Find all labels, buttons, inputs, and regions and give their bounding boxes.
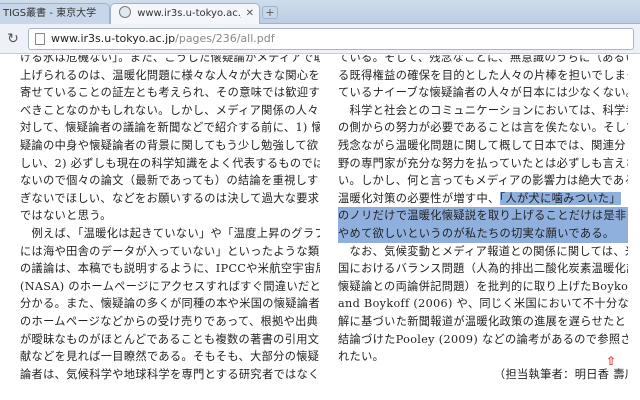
- text-line: のホームページなどからの受け売りであって、根拠や出典: [20, 314, 319, 328]
- text-line: 温暖化対策の必要性が増す中、「人が犬に噛みついた」: [338, 191, 621, 205]
- left-column: ける氷は危機ない」。また、こうした懐疑論がメディアで取り 上げられるのは、温暖化…: [20, 55, 320, 383]
- text-line: る既得権益の確保を目的とした人々の片棒を担いでしまっ: [338, 68, 628, 82]
- selected-text-line[interactable]: やめて欲しいというのが私たちの切実な願いである。: [338, 224, 628, 243]
- text-line: べきことなのかもしれない。しかし、メディア関係の人々に: [20, 103, 320, 117]
- url-host: www.ir3s.u-tokyo.ac.jp: [51, 32, 176, 45]
- text-line: の側からの努力が必要であることは言を俟たない。そして、: [338, 121, 628, 135]
- text-line: 残念ながら温暖化問題に関して概して日本では、関連分: [338, 138, 626, 152]
- text-line: ける氷は危機ない」。また、こうした懐疑論がメディアで取り: [20, 55, 320, 64]
- up-arrow-icon[interactable]: ⇧: [606, 354, 616, 368]
- text-line: 結論づけたPooley (2009) などの論考があるので参照さ: [338, 332, 628, 346]
- tab-pdf-label: www.ir3s.u-tokyo.ac.jp/pages: [137, 8, 242, 19]
- text-line: 科学と社会とのコミュニケーションにおいては、科学者: [338, 103, 628, 117]
- text-line: い。しかし、何と言ってもメディアの影響力は絶大である。: [338, 174, 628, 188]
- text-line: 寄せていることの証左とも考えられ、その意味では歓迎す: [20, 86, 320, 100]
- new-tab-button[interactable]: +: [262, 6, 278, 19]
- pdf-viewer[interactable]: ける氷は危機ない」。また、こうした懐疑論がメディアで取り 上げられるのは、温暖化…: [0, 55, 640, 400]
- text-line: 分かる。また、懐疑論の多くが同種の本や米国の懐疑論者: [20, 297, 320, 311]
- text-line: 解に基づいた新聞報道が温暖化政策の進展を遅らせたと: [338, 314, 627, 328]
- tab-pdf[interactable]: www.ir3s.u-tokyo.ac.jp/pages ✕: [110, 3, 260, 24]
- text-line: 献などを見れば一目瞭然である。そもそも、大部分の懐疑: [20, 350, 320, 364]
- selected-text-line[interactable]: のノリだけで温暖化懐疑説を取り上げることだけは是非とも: [338, 207, 628, 225]
- text-line: れたい。: [338, 350, 385, 364]
- text-line: 例えば、「温暖化は起きていない」や「温度上昇のグラフ: [20, 226, 320, 240]
- text-line: 懐疑論との両論併記問題）を批判的に取り上げたBoykoff: [338, 279, 628, 293]
- text-line: and Boykoff (2006) や、同じく米国において不十分な理: [338, 297, 628, 311]
- text-line: しい、2) 必ずしも現在の科学知識をよく代表するものでは: [20, 156, 320, 170]
- text-line: が曖昧なものがほとんどであることも複数の著書の引用文: [20, 332, 320, 346]
- text-line: 国におけるバランス問題（人為的排出二酸化炭素温暖化説: [338, 262, 628, 276]
- address-bar[interactable]: www.ir3s.u-tokyo.ac.jp/pages/236/all.pdf: [28, 28, 634, 50]
- text-line: ている。そして、残念なことに、無意識のうちに（あるいは: [338, 55, 628, 64]
- url-path: /pages/236/all.pdf: [175, 32, 275, 45]
- text-line: ているナイーブな懐疑論者の人々が日本には少なくない。: [338, 86, 628, 100]
- text-line: 対して、懐疑論者の議論を新聞などで紹介する前に、1) 懐: [20, 121, 320, 135]
- reload-icon[interactable]: ↻: [5, 31, 21, 47]
- text-line: なお、気候変動とメディア報道との関係に関しては、米: [338, 244, 628, 258]
- text-line: ないので個々の論文（最新であっても）の結論を重視しす: [20, 174, 319, 188]
- globe-icon: [119, 6, 131, 18]
- text-line: には海や田舎のデータが入っていない」といったような類: [20, 244, 320, 258]
- tab-tigs[interactable]: TIGS叢書 - 東京大学: [0, 3, 110, 24]
- text-line: 野の専門家が充分な努力を払っていたとは必ずしも言えな: [338, 156, 628, 170]
- author-credit: （担当執筆者：明日香 壽川）: [338, 367, 628, 381]
- text-line: の議論は、本稿でも説明するように、IPCCや米航空宇宙局: [20, 262, 320, 276]
- text-line: ではないと思う。: [20, 209, 112, 223]
- close-icon[interactable]: ✕: [246, 4, 254, 24]
- right-column: ている。そして、残念なことに、無意識のうちに（あるいは る既得権益の確保を目的と…: [338, 55, 628, 383]
- text-line: (NASA) のホームページにアクセスすればすぐ間違いだと: [20, 279, 320, 293]
- text-line: ぎないでほしい、などをお願いするのは決して過大な要求: [20, 191, 320, 205]
- text-line: 論者は、気候科学や地球科学を専門とする研究者ではなく、: [20, 367, 320, 381]
- column-gutter: [322, 55, 336, 400]
- text-line: 疑論の中身や懐疑論者の背景に関してもう少し勉強して欲: [20, 138, 319, 152]
- tab-strip: TIGS叢書 - 東京大学 www.ir3s.u-tokyo.ac.jp/pag…: [0, 0, 640, 24]
- text-line: 上げられるのは、温暖化問題に様々な人々が大きな関心を: [20, 68, 320, 82]
- page-icon: [35, 33, 45, 45]
- selected-text[interactable]: 「人が犬に噛みついた」: [499, 191, 621, 205]
- tab-tigs-label: TIGS叢書 - 東京大学: [3, 8, 97, 19]
- browser-toolbar: ↻ www.ir3s.u-tokyo.ac.jp/pages/236/all.p…: [0, 24, 640, 54]
